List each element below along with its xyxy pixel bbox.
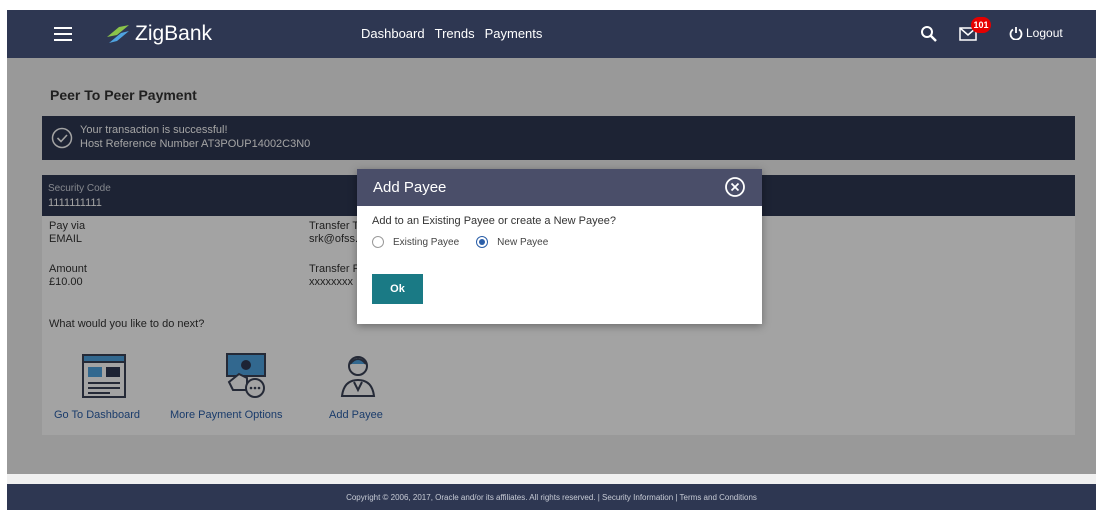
zigbank-logo-icon bbox=[107, 25, 129, 43]
payee-choice-group: Existing Payee New Payee bbox=[372, 236, 565, 248]
brand-logo[interactable]: ZigBank bbox=[105, 21, 212, 47]
ok-button[interactable]: Ok bbox=[372, 274, 423, 304]
new-payee-radio[interactable] bbox=[476, 236, 489, 248]
main-nav: Dashboard Trends Payments bbox=[361, 26, 542, 41]
menu-icon[interactable] bbox=[54, 27, 72, 41]
search-icon[interactable] bbox=[920, 25, 938, 43]
logout-label: Logout bbox=[1026, 26, 1063, 40]
top-bar: ZigBank Dashboard Trends Payments 101 Lo… bbox=[7, 10, 1096, 58]
power-icon bbox=[1009, 27, 1023, 40]
nav-trends[interactable]: Trends bbox=[435, 26, 475, 41]
footer-text: Copyright © 2006, 2017, Oracle and/or it… bbox=[346, 493, 757, 502]
close-icon[interactable] bbox=[724, 176, 746, 198]
notification-badge[interactable]: 101 bbox=[971, 17, 991, 33]
existing-payee-radio[interactable] bbox=[372, 236, 384, 248]
modal-header: Add Payee bbox=[357, 169, 762, 206]
nav-payments[interactable]: Payments bbox=[485, 26, 543, 41]
payee-choice-question: Add to an Existing Payee or create a New… bbox=[372, 215, 616, 227]
add-payee-modal: Add Payee Add to an Existing Payee or cr… bbox=[357, 169, 762, 324]
new-payee-label[interactable]: New Payee bbox=[497, 237, 548, 248]
brand-name: ZigBank bbox=[135, 22, 213, 45]
footer: Copyright © 2006, 2017, Oracle and/or it… bbox=[7, 484, 1096, 510]
nav-dashboard[interactable]: Dashboard bbox=[361, 26, 425, 41]
existing-payee-label[interactable]: Existing Payee bbox=[393, 237, 459, 248]
logout-button[interactable]: Logout bbox=[1009, 26, 1063, 40]
modal-title: Add Payee bbox=[373, 179, 447, 196]
